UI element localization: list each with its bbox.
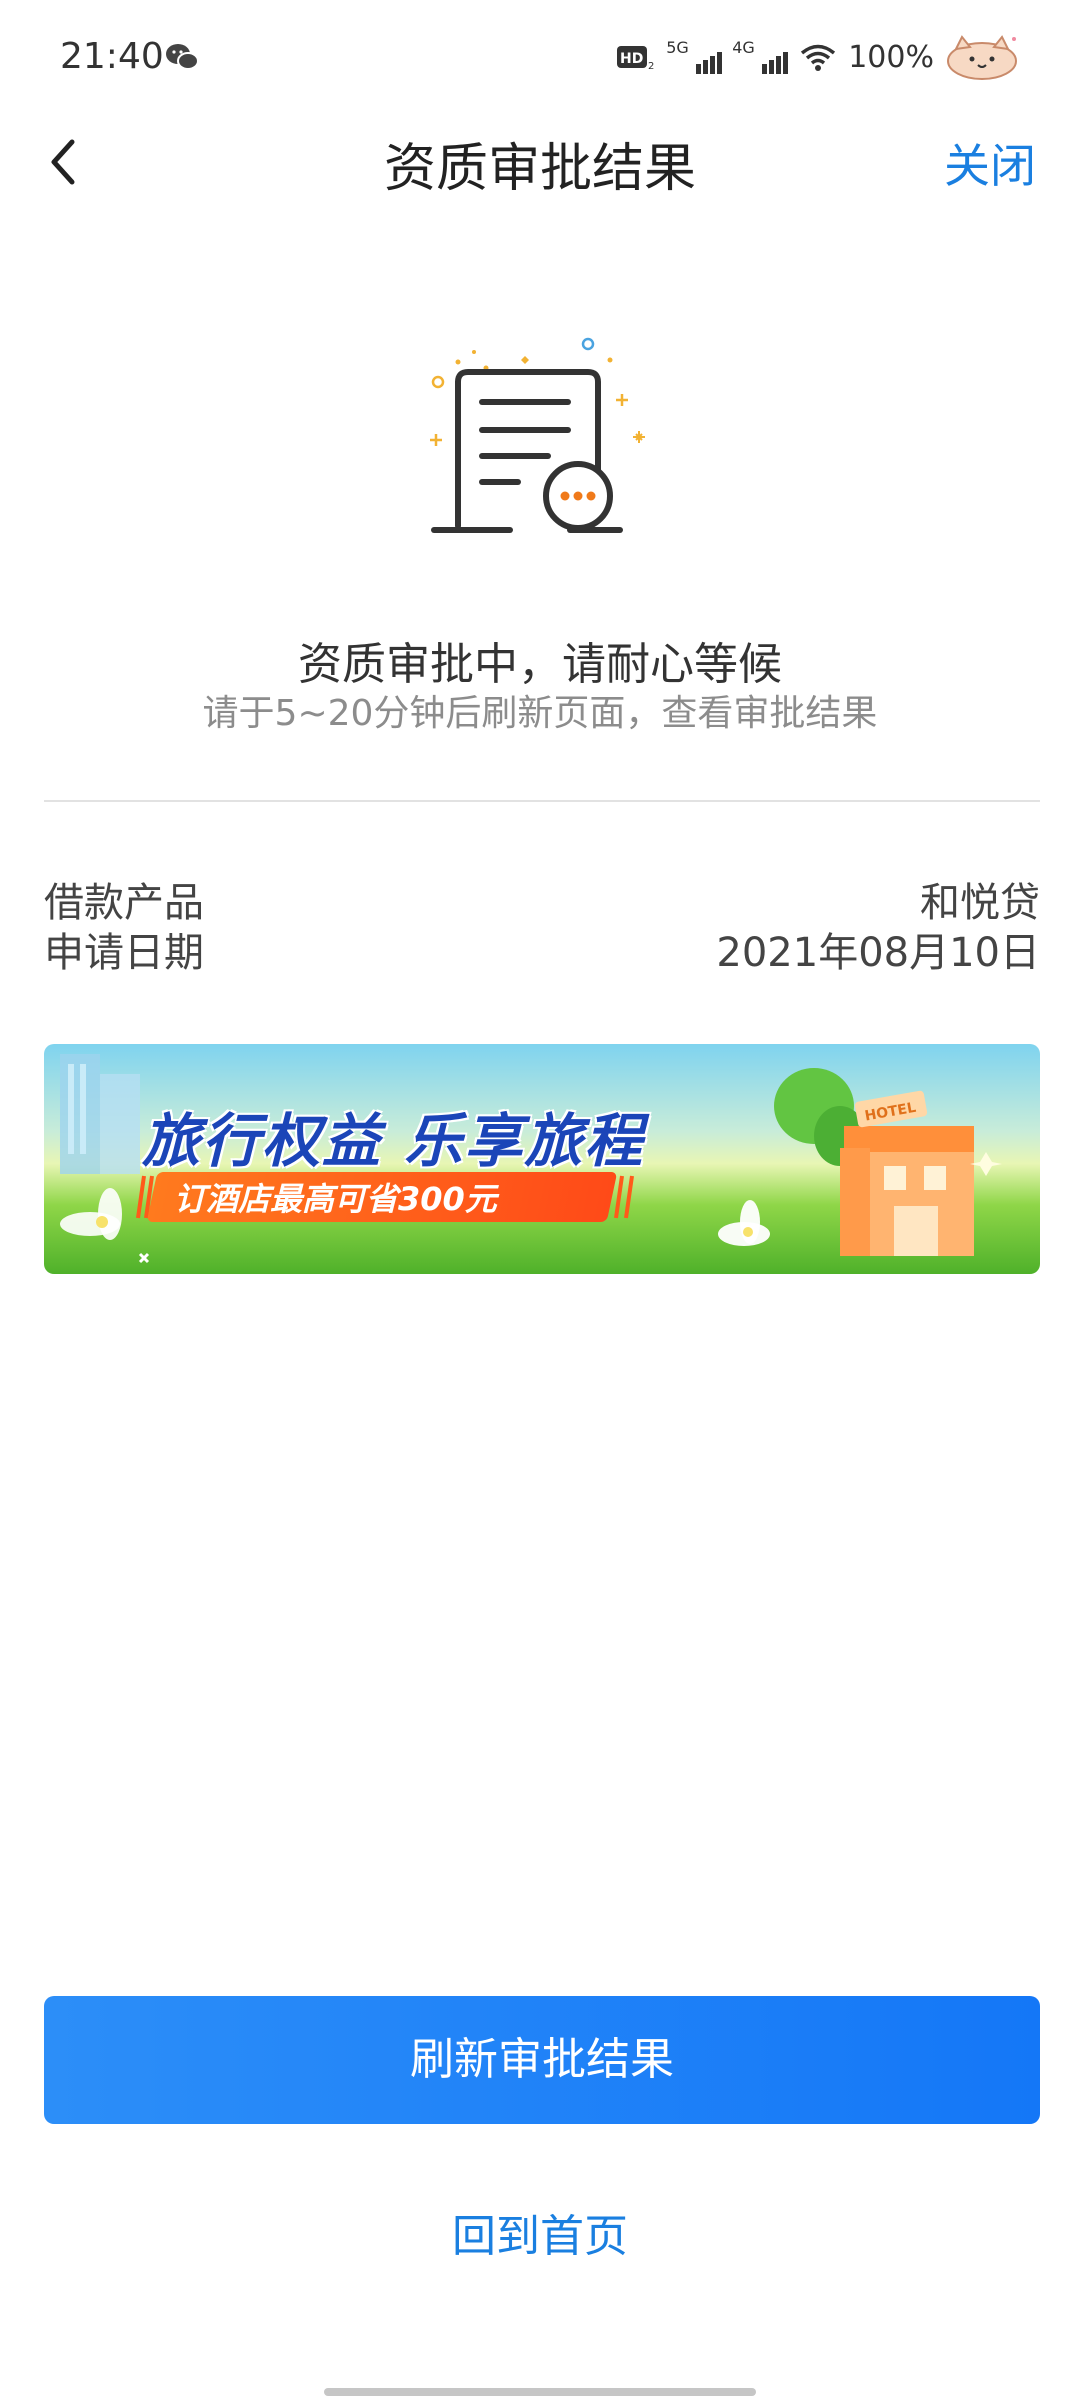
network-label-4g: 4G — [732, 38, 755, 57]
status-title: 资质审批中，请耐心等候 — [298, 639, 782, 690]
banner-tag: 订酒店最高可省300元 — [174, 1180, 497, 1218]
battery-level: 100% — [848, 39, 934, 75]
info-value: 2021年08月10日 — [716, 930, 1040, 976]
info-row-product: 借款产品 和悦贷 — [44, 870, 1040, 926]
signal-5g-icon: 5G — [666, 38, 723, 74]
close-button[interactable]: 关闭 — [944, 130, 1036, 196]
banner-title: 旅行权益 乐享旅程 — [142, 1107, 645, 1175]
signal-4g-icon: 4G — [732, 38, 789, 74]
svg-text:HD: HD — [620, 51, 643, 67]
cat-avatar-icon — [947, 35, 1017, 80]
status-icons: HD 2 5G 4G 100% — [616, 32, 1020, 82]
document-pending-icon — [430, 337, 645, 533]
back-home-link[interactable]: 回到首页 — [0, 2200, 1080, 2264]
divider — [44, 800, 1040, 802]
status-bar: 21:40 HD 2 5G 4G 100% — [0, 0, 1080, 120]
nav-bar: 资质审批结果 关闭 — [0, 120, 1080, 210]
status-time: 21:40 — [60, 36, 164, 77]
wechat-icon — [166, 44, 199, 70]
network-label-5g: 5G — [666, 38, 689, 57]
info-label: 申请日期 — [44, 930, 204, 976]
info-row-date: 申请日期 2021年08月10日 — [44, 920, 1040, 976]
wifi-icon — [801, 44, 836, 71]
home-indicator[interactable] — [324, 2388, 756, 2396]
hd-icon: HD 2 — [617, 46, 655, 71]
page-title: 资质审批结果 — [383, 139, 696, 199]
promo-banner[interactable]: 旅行权益 乐享旅程 订酒店最高可省300元 HOTEL — [44, 1044, 1040, 1274]
svg-text:2: 2 — [648, 61, 654, 71]
flower-icon — [60, 1188, 150, 1264]
status-subtitle: 请于5~20分钟后刷新页面，查看审批结果 — [202, 693, 878, 734]
refresh-result-button[interactable]: 刷新审批结果 — [44, 1996, 1040, 2124]
building-icon — [60, 1054, 140, 1174]
hotel-icon: HOTEL — [774, 1068, 1002, 1256]
stripe-decoration-icon — [614, 1175, 634, 1219]
